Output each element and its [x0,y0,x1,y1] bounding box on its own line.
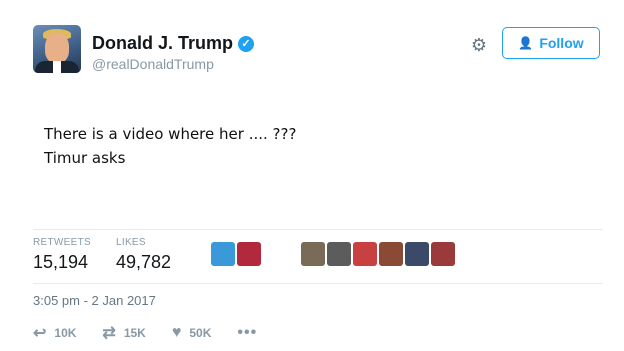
retweets-label: RETWEETS [33,237,91,248]
liker-avatar[interactable] [405,242,429,266]
liker-avatar[interactable] [431,242,455,266]
reply-button[interactable]: ↩ 10K [33,323,76,343]
follow-label: Follow [539,35,584,51]
retweet-count: 15K [123,326,146,340]
likes-label: LIKES [116,237,146,248]
gear-icon[interactable]: ⚙ [470,36,488,54]
likes-value: 49,782 [116,252,172,272]
more-icon: ••• [237,324,258,341]
divider [33,283,603,284]
tweet-text: There is a video where her .... ??? Timu… [44,122,296,170]
more-button[interactable]: ••• [237,324,257,342]
avatar-shirt [53,61,61,73]
like-count: 50K [189,326,212,340]
tweet-actions: ↩ 10K ⇄ 15K ♥ 50K ••• [33,323,283,343]
avatar-face [45,33,69,63]
reply-count: 10K [54,326,77,340]
liker-avatar[interactable] [237,242,261,266]
like-button[interactable]: ♥ 50K [172,324,212,342]
profile-avatar[interactable] [33,25,81,73]
tweet-line: There is a video where her .... ??? [44,125,297,143]
tweet-line: Timur asks [44,149,126,167]
add-user-icon: 👤 [518,36,534,50]
likers-list [211,240,457,268]
liker-avatar[interactable] [379,242,403,266]
tweet-timestamp[interactable]: 3:05 pm - 2 Jan 2017 [33,293,156,308]
liker-avatar[interactable] [301,242,325,266]
verified-badge-icon: ✓ [238,35,255,52]
liker-avatar[interactable] [353,242,377,266]
reply-icon: ↩ [33,325,47,342]
retweet-button[interactable]: ⇄ 15K [102,323,145,343]
likes-stat[interactable]: LIKES 49,782 [116,237,171,273]
user-handle[interactable]: @realDonaldTrump [92,56,214,72]
heart-icon: ♥ [171,324,182,341]
retweet-icon: ⇄ [102,325,116,342]
divider [33,229,603,230]
follow-button[interactable]: 👤 Follow [502,27,600,59]
liker-avatar[interactable] [327,242,351,266]
name-row: Donald J. Trump ✓ [92,33,255,54]
retweets-stat[interactable]: RETWEETS 15,194 [33,237,91,273]
display-name[interactable]: Donald J. Trump [92,33,233,54]
liker-avatar[interactable] [211,242,235,266]
retweets-value: 15,194 [33,252,89,272]
